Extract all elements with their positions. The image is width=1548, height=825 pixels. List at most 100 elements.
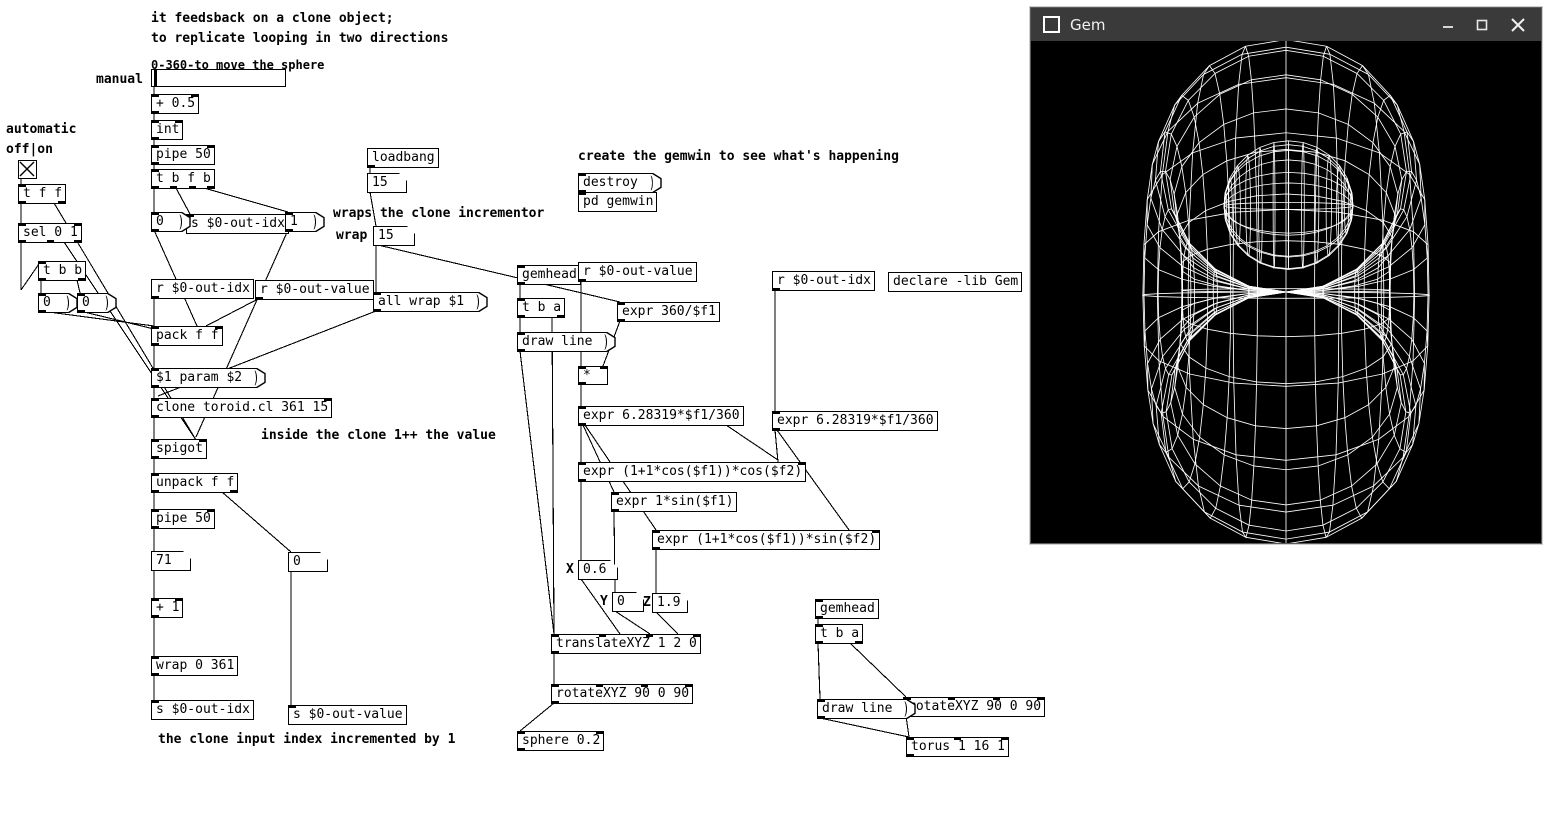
object-pack-f-f[interactable]: pack f f: [151, 326, 223, 346]
inlet[interactable]: [954, 738, 961, 740]
outlet[interactable]: [612, 509, 619, 511]
hslider-angle[interactable]: [151, 69, 286, 87]
inlet[interactable]: [286, 213, 293, 215]
object-plus-0.5[interactable]: + 0.5: [151, 94, 200, 114]
outlet[interactable]: [188, 186, 196, 188]
object-trigger-b-f-b[interactable]: t b f b: [151, 169, 215, 189]
inlet[interactable]: [818, 700, 825, 702]
outlet[interactable]: [152, 343, 159, 345]
numberbox-value[interactable]: 0: [288, 552, 328, 572]
object-spigot[interactable]: spigot: [151, 439, 207, 459]
numberbox-value[interactable]: 15: [373, 226, 415, 246]
inlet[interactable]: [152, 701, 159, 703]
object-gemhead-torus[interactable]: gemhead: [815, 599, 879, 619]
object-expr-cos-sin[interactable]: expr (1+1*cos($f1))*sin($f2): [652, 530, 881, 550]
inlet[interactable]: [152, 327, 159, 329]
inlet[interactable]: [152, 657, 159, 659]
inlet[interactable]: [215, 327, 222, 329]
inlet[interactable]: [39, 262, 46, 264]
close-button[interactable]: [1501, 8, 1535, 41]
message-0-left-a[interactable]: 0: [38, 292, 78, 313]
outlet[interactable]: [152, 296, 159, 298]
outlet[interactable]: [557, 315, 564, 317]
outlet[interactable]: [579, 190, 586, 192]
outlet[interactable]: [19, 201, 26, 203]
object-select-0-1[interactable]: sel 0 1: [18, 223, 82, 243]
inlet[interactable]: [19, 224, 26, 226]
outlet[interactable]: [368, 165, 375, 167]
minimize-button[interactable]: [1431, 8, 1465, 41]
inlet[interactable]: [552, 635, 559, 637]
numberbox-wrap-15[interactable]: 15: [373, 226, 415, 246]
object-receive-out-value-left[interactable]: r $0-out-value: [255, 280, 374, 300]
inlet[interactable]: [518, 732, 525, 734]
inlet[interactable]: [693, 635, 700, 637]
object-receive-out-value-mid[interactable]: r $0-out-value: [578, 262, 697, 282]
numberbox-loadbang-15[interactable]: 15: [367, 173, 407, 193]
outlet[interactable]: [78, 278, 85, 280]
outlet[interactable]: [230, 490, 237, 492]
inlet[interactable]: [552, 685, 559, 687]
object-sphere[interactable]: sphere 0.2: [517, 731, 605, 751]
inlet[interactable]: [152, 121, 159, 123]
inlet[interactable]: [596, 685, 604, 687]
object-send-out-value-bottom[interactable]: s $0-out-value: [288, 705, 407, 725]
outlet[interactable]: [152, 111, 159, 113]
inlet[interactable]: [600, 367, 607, 369]
numberbox-value[interactable]: 71: [151, 551, 191, 571]
outlet[interactable]: [579, 479, 586, 481]
outlet[interactable]: [816, 616, 823, 618]
message-1-top[interactable]: 1: [285, 211, 325, 232]
inlet[interactable]: [579, 463, 586, 465]
inlet[interactable]: [640, 685, 648, 687]
outlet[interactable]: [74, 240, 81, 242]
outlet[interactable]: [518, 349, 525, 351]
object-receive-out-idx-right[interactable]: r $0-out-idx: [772, 271, 875, 291]
outlet[interactable]: [39, 278, 46, 280]
gem-window-titlebar[interactable]: Gem: [1031, 8, 1541, 42]
inlet[interactable]: [152, 599, 159, 601]
outlet[interactable]: [579, 423, 586, 425]
outlet[interactable]: [152, 490, 159, 492]
object-wrap-0-361[interactable]: wrap 0 361: [151, 656, 239, 676]
inlet[interactable]: [992, 698, 1000, 700]
inlet[interactable]: [872, 531, 879, 533]
message-param[interactable]: $1 param $2: [151, 367, 266, 388]
inlet[interactable]: [773, 412, 780, 414]
inlet[interactable]: [816, 625, 823, 627]
object-expr-sin[interactable]: expr 1*sin($f1): [611, 492, 738, 512]
inlet[interactable]: [579, 174, 586, 176]
outlet[interactable]: [19, 240, 26, 242]
numberbox-x[interactable]: 0.6: [578, 560, 618, 580]
inlet[interactable]: [152, 170, 159, 172]
inlet[interactable]: [579, 367, 586, 369]
outlet[interactable]: [152, 615, 159, 617]
message-all-wrap[interactable]: all wrap $1: [373, 291, 488, 312]
inlet[interactable]: [19, 185, 26, 187]
object-gemhead-sphere[interactable]: gemhead: [517, 265, 581, 285]
inlet[interactable]: [653, 531, 660, 533]
object-receive-out-idx-left[interactable]: r $0-out-idx: [151, 279, 254, 299]
toggle-automatic[interactable]: [18, 160, 37, 179]
object-pipe-50-bottom[interactable]: pipe 50: [151, 509, 215, 529]
object-trigger-b-b[interactable]: t b b: [38, 261, 87, 281]
inlet[interactable]: [907, 738, 914, 740]
object-expr-360-div[interactable]: expr 360/$f1: [617, 302, 720, 322]
outlet[interactable]: [374, 309, 381, 311]
object-torus[interactable]: torus 1 16 1: [906, 737, 1009, 757]
outlet[interactable]: [58, 201, 65, 203]
outlet[interactable]: [286, 229, 293, 231]
inlet[interactable]: [518, 299, 525, 301]
inlet[interactable]: [152, 146, 159, 148]
gem-render-canvas[interactable]: [1031, 41, 1541, 543]
numberbox-value[interactable]: 0: [612, 592, 644, 612]
inlet[interactable]: [816, 600, 823, 602]
outlet[interactable]: [653, 547, 660, 549]
outlet[interactable]: [46, 240, 54, 242]
object-send-out-idx-bottom[interactable]: s $0-out-idx: [151, 700, 254, 720]
inlet[interactable]: [191, 95, 198, 97]
inlet[interactable]: [175, 121, 182, 123]
numberbox-value[interactable]: 0.6: [578, 560, 618, 580]
object-plus-1[interactable]: + 1: [151, 598, 184, 618]
object-rotatexyz-sphere[interactable]: rotateXYZ 90 0 90: [551, 684, 694, 704]
